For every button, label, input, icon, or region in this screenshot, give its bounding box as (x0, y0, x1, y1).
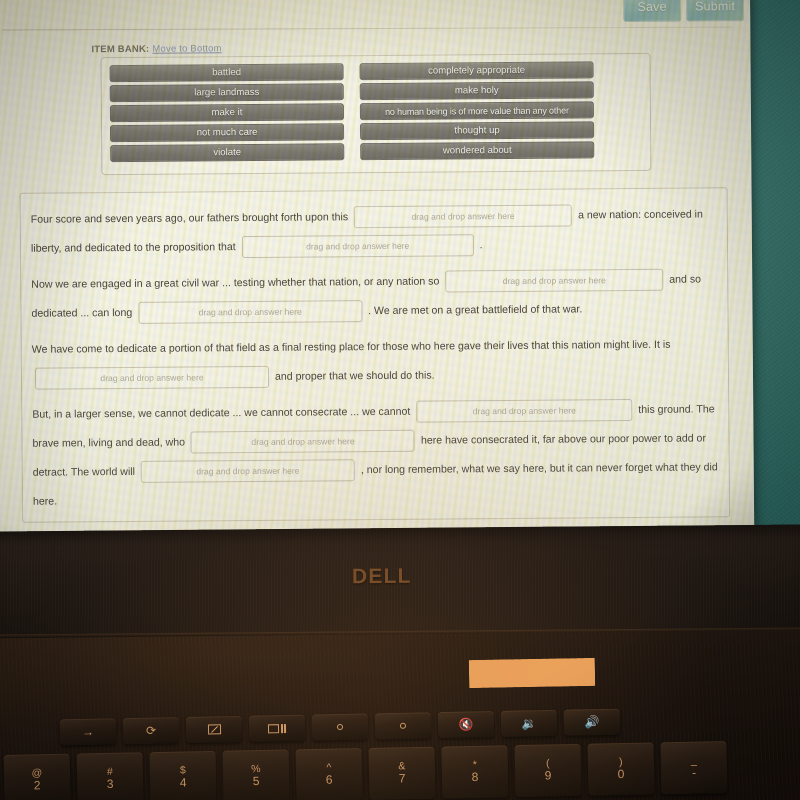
drop-zone[interactable]: drag and drop answer here (140, 459, 356, 484)
drop-zone[interactable]: drag and drop answer here (445, 268, 664, 293)
key-2-label: 2 (33, 778, 41, 793)
item-bank-chip[interactable]: thought up (360, 121, 595, 141)
key-4-label: 4 (179, 775, 187, 790)
passage-text: and proper that we should do this. (271, 369, 435, 383)
drop-zone[interactable]: drag and drop answer here (241, 234, 474, 259)
action-toolbar: Save Submit (622, 0, 745, 23)
key-3-label: 3 (106, 777, 114, 792)
item-bank-chip[interactable]: make holy (359, 81, 594, 101)
key-mute[interactable]: 🔇 (437, 711, 495, 739)
passage-text: Four score and seven years ago, our fath… (30, 211, 352, 226)
key-0[interactable]: ) 0 (587, 742, 655, 796)
key-0-label: 0 (617, 767, 625, 782)
photograph-of-laptop: Save Submit ITEM BANK: Move to Bottom bat… (0, 0, 800, 800)
laptop-screen: Save Submit ITEM BANK: Move to Bottom bat… (0, 0, 755, 536)
item-bank-header: ITEM BANK: Move to Bottom (91, 43, 221, 55)
passage-paragraph: Now we are engaged in a great civil war … (31, 265, 717, 328)
item-bank-chip[interactable]: large landmass (109, 83, 344, 103)
key-9[interactable]: (9 (514, 743, 582, 798)
item-bank-chip[interactable]: completely appropriate (359, 61, 594, 81)
key-tab-arrow-glyph: → (81, 724, 95, 739)
item-bank-grid: battled completely appropriate large landm… (109, 61, 595, 163)
key-volume-down-glyph: 🔉 (521, 715, 537, 731)
web-page: Save Submit ITEM BANK: Move to Bottom bat… (0, 0, 755, 536)
key-refresh[interactable]: ⟳ (122, 717, 180, 745)
key-6-label: 6 (325, 772, 333, 787)
key-5-label: 5 (252, 774, 260, 789)
passage-text: But, in a larger sense, we cannot dedica… (32, 405, 414, 421)
item-bank-chip[interactable]: violate (110, 143, 345, 163)
passage-paragraph: But, in a larger sense, we cannot dedica… (32, 395, 719, 516)
fullscreen-icon (207, 724, 221, 735)
drop-zone[interactable]: drag and drop answer here (34, 366, 270, 390)
key-brightness-down[interactable] (311, 713, 369, 741)
orange-sticker-redaction (468, 657, 596, 689)
key-7-label: 7 (398, 771, 406, 786)
brightness-up-icon (399, 722, 407, 729)
drop-zone[interactable]: drag and drop answer here (190, 429, 416, 454)
key-minus[interactable]: _ - (660, 741, 728, 795)
key-volume-down[interactable]: 🔉 (500, 709, 558, 737)
dell-logo-text: DELL (351, 564, 412, 589)
item-bank-chip[interactable]: not much care (110, 123, 345, 143)
drop-zone[interactable]: drag and drop answer here (416, 399, 633, 423)
key-4[interactable]: $4 (149, 750, 217, 800)
passage-paragraph: We have come to dedicate a portion of th… (32, 330, 718, 393)
passage-panel: Four score and seven years ago, our fath… (19, 187, 731, 523)
key-mute-glyph: 🔇 (458, 717, 474, 732)
item-bank-chip[interactable]: battled (109, 63, 344, 83)
key-7[interactable]: & 7 (368, 746, 436, 800)
key-minus-label: - (691, 765, 697, 780)
key-volume-up[interactable]: 🔊 (563, 708, 621, 736)
item-bank-chip[interactable]: make it (109, 103, 344, 123)
key-8-label: 8 (471, 770, 479, 785)
submit-button[interactable]: Submit (685, 0, 745, 22)
key-5[interactable]: % 5 (222, 749, 290, 800)
passage-text: We have come to dedicate a portion of th… (31, 338, 674, 356)
passage-text: . We are met on a great battlefield of t… (365, 303, 583, 318)
brightness-down-icon (336, 723, 344, 731)
item-bank-label: ITEM BANK: (91, 43, 150, 56)
key-3[interactable]: #3 (76, 752, 144, 800)
key-brightness-up[interactable] (374, 712, 432, 740)
item-bank-chip[interactable]: wondered about (360, 141, 595, 161)
drop-zone[interactable]: drag and drop answer here (354, 204, 573, 229)
passage-text: . (476, 239, 483, 252)
key-2[interactable]: @2 (3, 753, 71, 800)
passage-paragraph: Four score and seven years ago, our fath… (31, 200, 717, 263)
display-switch-icon (267, 723, 287, 733)
key-tab-arrow[interactable]: → (59, 718, 117, 746)
header-divider (2, 26, 733, 31)
key-fullscreen[interactable] (185, 715, 243, 743)
key-display-switch[interactable] (248, 714, 306, 742)
item-bank-panel: battled completely appropriate large landm… (100, 52, 652, 176)
key-8[interactable]: * 8 (441, 745, 509, 799)
move-to-bottom-link[interactable]: Move to Bottom (152, 43, 221, 55)
passage-text: Now we are engaged in a great civil war … (31, 275, 443, 291)
dell-logo: DELL (352, 565, 412, 589)
save-button[interactable]: Save (622, 0, 682, 23)
key-refresh-glyph: ⟳ (145, 723, 157, 738)
key-volume-up-glyph: 🔊 (584, 714, 600, 730)
key-9-label: 9 (544, 768, 552, 783)
key-6[interactable]: ^ 6 (295, 748, 363, 800)
item-bank-chip[interactable]: no human being is of more value than any… (359, 101, 594, 121)
drop-zone[interactable]: drag and drop answer here (138, 300, 363, 325)
